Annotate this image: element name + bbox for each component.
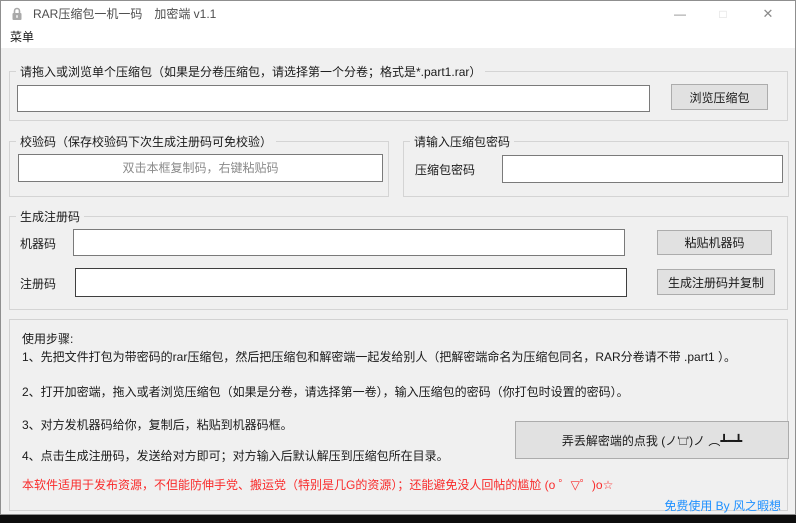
bottom-strip bbox=[0, 515, 796, 523]
app-window: RAR压缩包一机一码 加密端 v1.1 — □ ✕ 菜单 请拖入或浏览单个压缩包… bbox=[0, 0, 796, 515]
steps-heading: 使用步骤: bbox=[22, 332, 74, 346]
regcode-group-label: 生成注册码 bbox=[16, 208, 85, 225]
machine-code-label: 机器码 bbox=[20, 237, 57, 251]
step-4: 4、点击生成注册码，发送给对方即可；对方输入后默认解压到压缩包所在目录。 bbox=[22, 449, 449, 463]
password-group: 请输入压缩包密码 压缩包密码 bbox=[403, 133, 789, 197]
paste-machine-code-button[interactable]: 粘贴机器码 bbox=[657, 230, 772, 255]
maximize-button[interactable]: □ bbox=[707, 1, 739, 27]
close-button[interactable]: ✕ bbox=[752, 1, 784, 27]
close-icon: ✕ bbox=[762, 6, 774, 21]
lost-decoder-button[interactable]: 弄丢解密端的点我 (ノ'□')ノ ︵┻━┻ bbox=[515, 421, 789, 459]
step-2: 2、打开加密端，拖入或者浏览压缩包（如果是分卷，请选择第一卷），输入压缩包的密码… bbox=[22, 385, 629, 399]
password-input[interactable] bbox=[502, 155, 783, 183]
checkcode-input[interactable] bbox=[18, 154, 383, 182]
reg-code-input[interactable] bbox=[75, 268, 627, 297]
menubar: 菜单 bbox=[1, 27, 795, 48]
machine-code-input[interactable] bbox=[73, 229, 625, 256]
checkcode-group: 校验码（保存校验码下次生成注册码可免校验） bbox=[9, 133, 389, 197]
titlebar: RAR压缩包一机一码 加密端 v1.1 — □ ✕ bbox=[1, 1, 795, 27]
step-1: 1、先把文件打包为带密码的rar压缩包，然后把压缩包和解密端一起发给别人（把解密… bbox=[22, 350, 737, 364]
step-3: 3、对方发机器码给你，复制后，粘贴到机器码框。 bbox=[22, 418, 293, 432]
credit-text: 免费使用 By 风之暇想 bbox=[664, 499, 781, 513]
reg-code-label: 注册码 bbox=[20, 277, 57, 291]
lock-icon bbox=[10, 7, 24, 21]
window-title: RAR压缩包一机一码 加密端 v1.1 bbox=[33, 7, 217, 21]
instructions-panel: 使用步骤: 1、先把文件打包为带密码的rar压缩包，然后把压缩包和解密端一起发给… bbox=[9, 319, 789, 513]
menu-item-menu[interactable]: 菜单 bbox=[1, 27, 43, 48]
warning-text: 本软件适用于发布资源，不但能防伸手党、搬运党（特别是几G的资源）；还能避免没人回… bbox=[22, 478, 614, 492]
minimize-icon: — bbox=[674, 7, 686, 21]
archive-group-label: 请拖入或浏览单个压缩包（如果是分卷压缩包，请选择第一个分卷；格式是*.part1… bbox=[16, 63, 486, 80]
password-field-label: 压缩包密码 bbox=[415, 163, 476, 177]
password-group-label: 请输入压缩包密码 bbox=[410, 133, 515, 150]
checkcode-group-label: 校验码（保存校验码下次生成注册码可免校验） bbox=[16, 133, 277, 150]
browse-archive-button[interactable]: 浏览压缩包 bbox=[671, 84, 768, 110]
archive-path-input[interactable] bbox=[17, 85, 650, 112]
maximize-icon: □ bbox=[719, 7, 727, 21]
generate-regcode-button[interactable]: 生成注册码并复制 bbox=[657, 269, 775, 295]
minimize-button[interactable]: — bbox=[664, 1, 696, 27]
